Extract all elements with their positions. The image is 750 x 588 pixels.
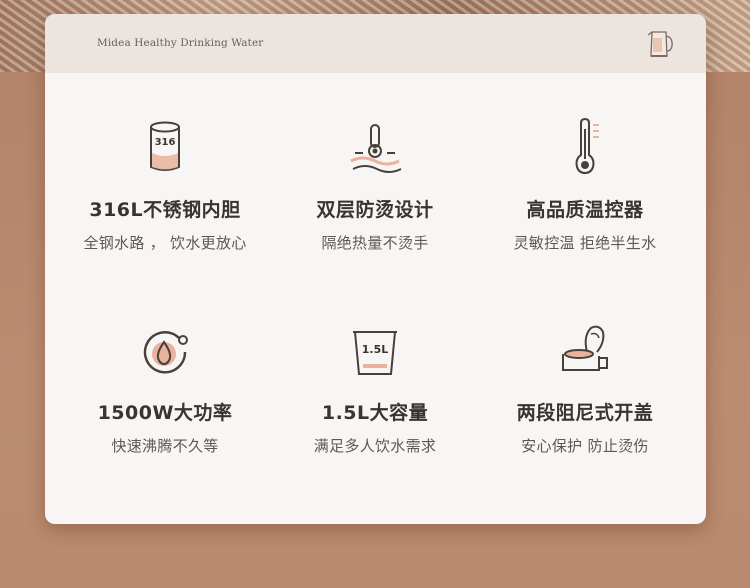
icon-label-capacity: 1.5L [362,343,389,356]
feature-item-lid: 两段阻尼式开盖 安心保护 防止烫伤 [475,318,695,456]
feature-subtitle: 灵敏控温 拒绝半生水 [513,234,657,252]
feature-grid: 316 316L不锈钢内胆 全钢水路 ， 饮水更放心 双层防烫设计 隔绝热量不烫… [45,73,706,524]
feature-title: 1500W大功率 [97,402,233,424]
feature-item-steel: 316 316L不锈钢内胆 全钢水路 ， 饮水更放心 [55,115,275,253]
feature-subtitle: 隔绝热量不烫手 [321,234,429,252]
capacity-jug-icon: 1.5L [353,331,397,375]
feature-item-thermostat: 高品质温控器 灵敏控温 拒绝半生水 [475,115,695,253]
steel-cup-316-icon: 316 [150,121,180,171]
feature-subtitle: 快速沸腾不久等 [111,437,219,455]
feature-title: 高品质温控器 [526,199,644,221]
feature-item-capacity: 1.5L 1.5L大容量 满足多人饮水需求 [265,318,485,456]
feature-item-power: 1500W大功率 快速沸腾不久等 [55,318,275,456]
feature-subtitle: 全钢水路 ， 饮水更放心 [83,234,247,252]
damped-lid-icon [562,325,608,371]
icon-label-316: 316 [155,137,176,148]
feature-subtitle: 安心保护 防止烫伤 [521,437,649,455]
feature-title: 1.5L大容量 [321,402,429,424]
brand-text: Midea Healthy Drinking Water [97,37,264,49]
feature-title: 两段阻尼式开盖 [516,402,654,424]
feature-card: Midea Healthy Drinking Water 316 316L不锈钢… [45,14,706,524]
feature-title: 双层防烫设计 [316,199,434,221]
feature-item-insulation: 双层防烫设计 隔绝热量不烫手 [265,115,485,253]
thermometer-icon [575,117,599,175]
feature-title: 316L不锈钢内胆 [89,199,241,221]
power-drop-icon [143,331,188,374]
feature-subtitle: 满足多人饮水需求 [313,437,437,455]
heat-insulation-icon [350,124,402,173]
card-header: Midea Healthy Drinking Water [45,14,706,73]
kettle-icon [647,31,673,57]
